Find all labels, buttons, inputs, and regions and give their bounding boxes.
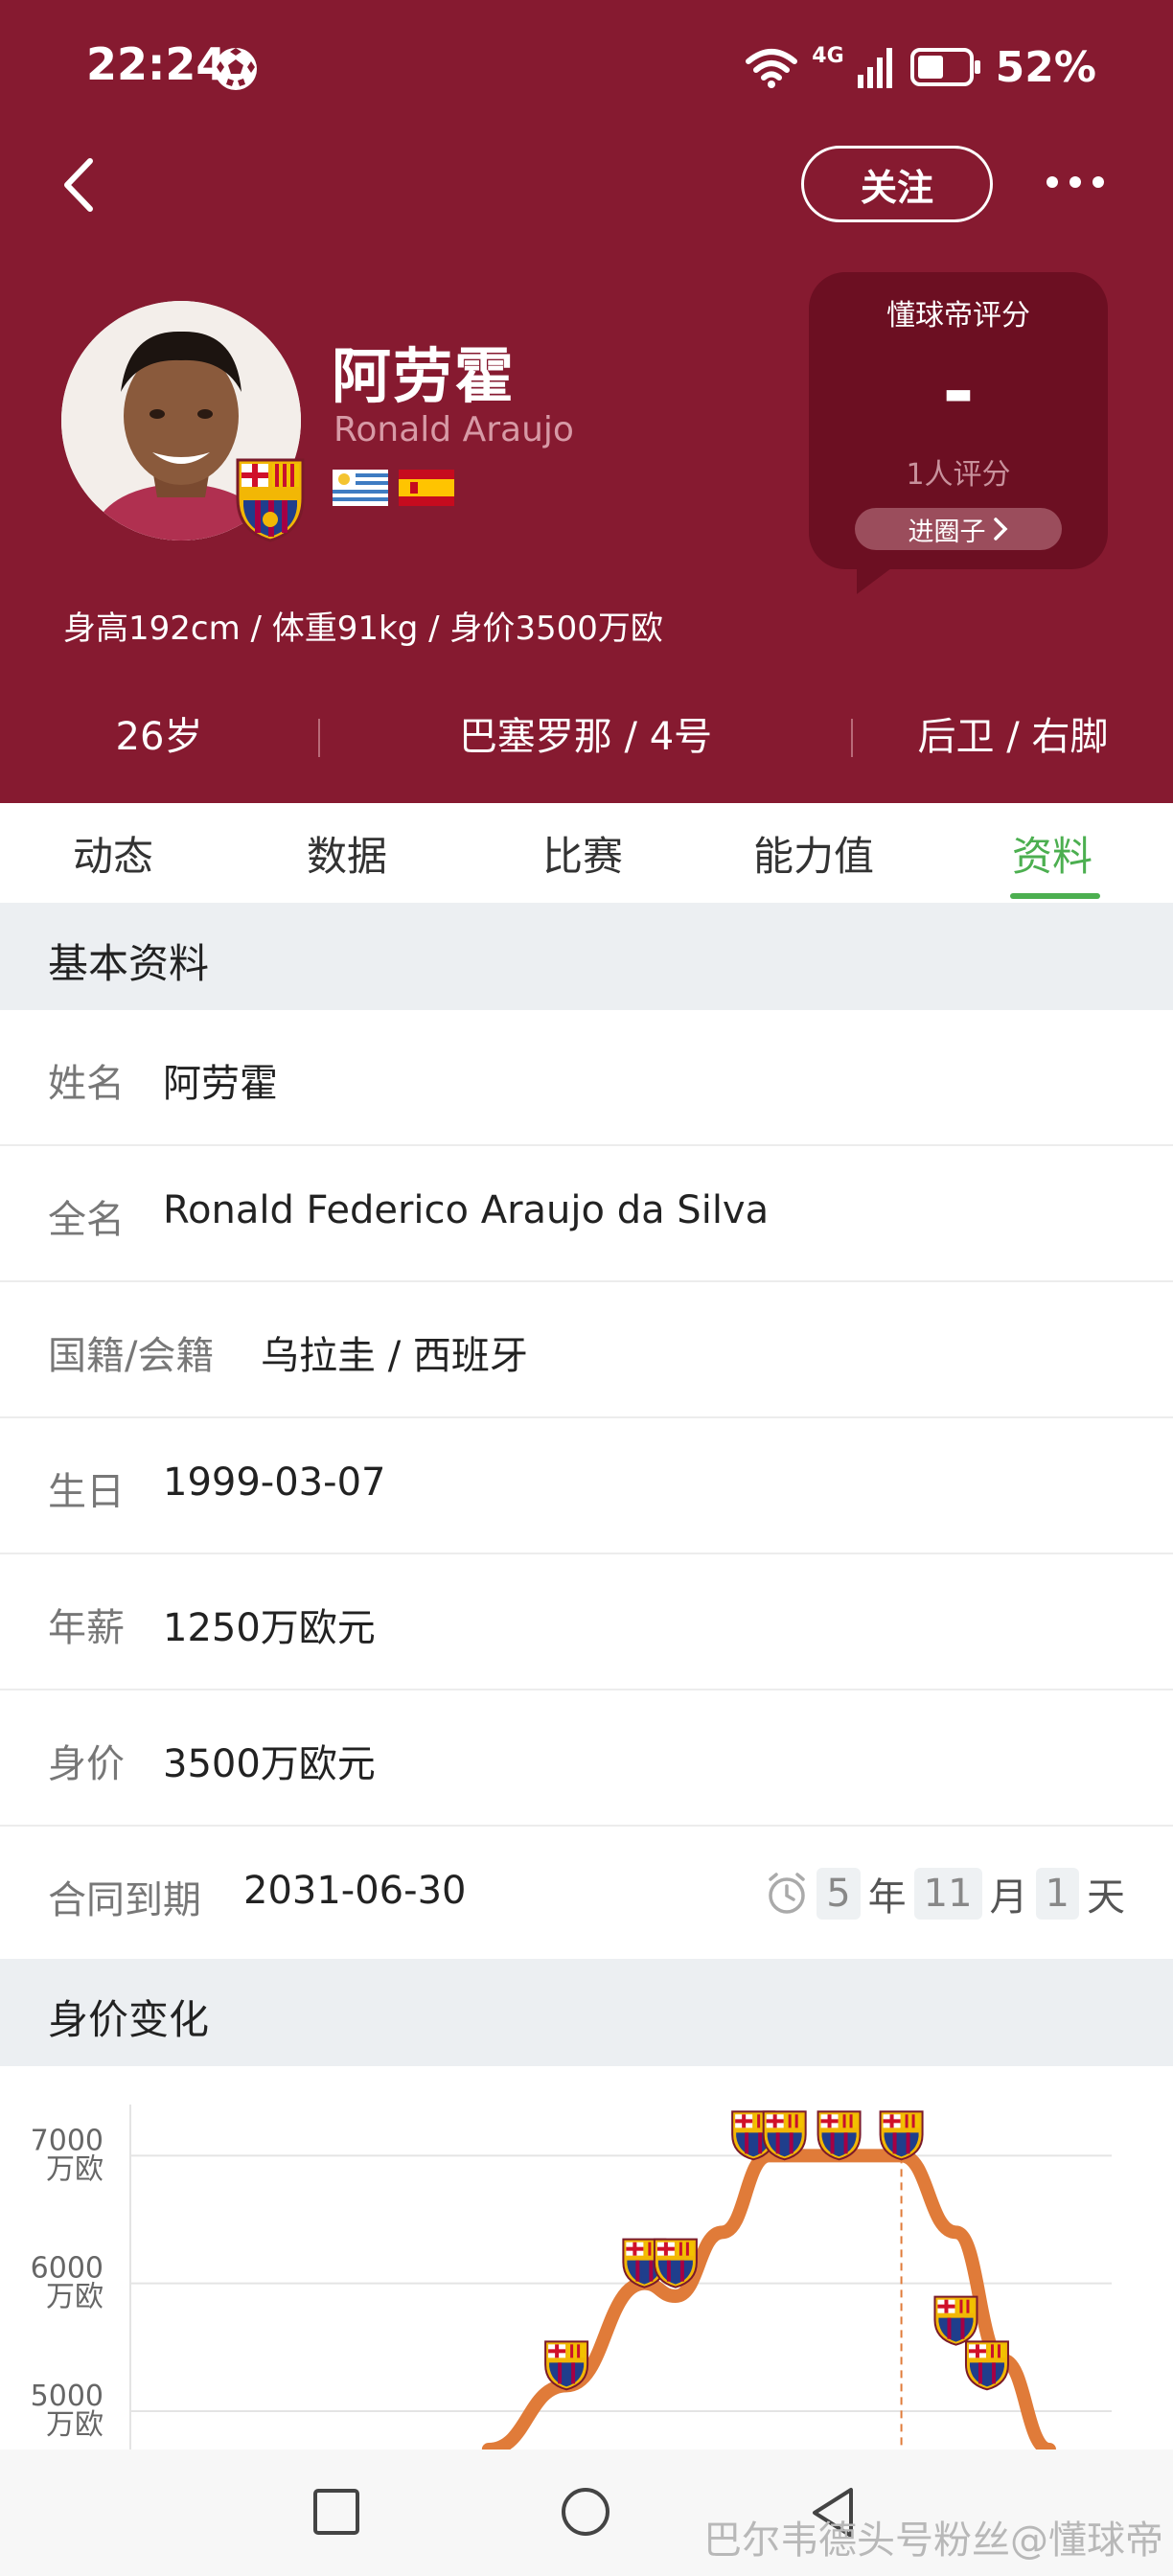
- club-badge-marker: [964, 2340, 1009, 2391]
- tab-stats[interactable]: 数据: [307, 824, 387, 883]
- club-badge-marker: [544, 2340, 589, 2391]
- tab-matches[interactable]: 比赛: [542, 824, 623, 883]
- wifi-icon: [745, 46, 798, 88]
- club-badge-marker: [879, 2110, 924, 2161]
- value-change-title: 身价变化: [48, 1996, 210, 2043]
- player-name-english: Ronald Araujo: [334, 410, 574, 449]
- more-options-icon[interactable]: [1045, 163, 1106, 201]
- info-label: 姓名: [48, 1062, 125, 1106]
- countdown-year-unit: 年: [867, 1875, 907, 1920]
- countdown-month-unit: 月: [989, 1875, 1028, 1920]
- contract-countdown: 5 年 11 月 1 天: [765, 1863, 1125, 1924]
- countdown-months: 11: [913, 1868, 982, 1920]
- tab-news[interactable]: 动态: [73, 824, 153, 883]
- spain-flag-icon: [399, 470, 454, 506]
- info-value: 乌拉圭 / 西班牙: [261, 1334, 528, 1378]
- info-value: Ronald Federico Araujo da Silva: [163, 1188, 770, 1232]
- player-name-chinese: 阿劳霍: [332, 341, 517, 411]
- tab-profile[interactable]: 资料: [1012, 824, 1092, 883]
- market-value-chart-svg: 7000万欧6000万欧5000万欧: [31, 2104, 1112, 2450]
- basic-info-title: 基本资料: [48, 940, 210, 987]
- value-change-header: 身价变化: [0, 1959, 1173, 2066]
- info-row-full-name: 全名 Ronald Federico Araujo da Silva: [0, 1146, 1173, 1282]
- back-arrow-icon[interactable]: [56, 153, 104, 217]
- battery-icon: [909, 47, 982, 87]
- club-number-label[interactable]: 巴塞罗那 / 4号: [320, 705, 851, 761]
- countdown-years: 5: [816, 1868, 861, 1920]
- countdown-days: 1: [1035, 1868, 1079, 1920]
- info-value: 2031-06-30: [243, 1869, 467, 1913]
- tab-bar: 动态 数据 比赛 能力值 资料: [0, 803, 1173, 903]
- info-row-market-value: 身价 3500万欧元: [0, 1690, 1173, 1827]
- club-badge-marker: [653, 2238, 698, 2288]
- tab-ability[interactable]: 能力值: [753, 824, 874, 883]
- battery-percentage: 52%: [995, 42, 1096, 92]
- info-label: 合同到期: [48, 1878, 201, 1922]
- info-row-name: 姓名 阿劳霍: [0, 1010, 1173, 1146]
- status-time: 22:24: [86, 38, 227, 90]
- watermark-text: 巴尔韦德头号粉丝@懂球帝: [703, 2518, 1163, 2563]
- market-value-chart: 7000 万欧 6000 万欧 5000 万欧: [0, 2066, 1173, 2450]
- follow-button[interactable]: 关注: [801, 146, 993, 222]
- club-badge-marker: [933, 2295, 978, 2346]
- countdown-day-unit: 天: [1087, 1875, 1125, 1920]
- y-tick-unit: 万欧: [46, 2152, 104, 2186]
- basic-info-header: 基本资料: [0, 903, 1173, 1010]
- alarm-clock-icon: [769, 1873, 805, 1914]
- enter-circle-button[interactable]: 进圈子: [855, 508, 1062, 550]
- y-tick-unit: 万欧: [46, 2408, 104, 2442]
- info-value: 3500万欧元: [163, 1742, 376, 1786]
- barcelona-club-badge-icon: [236, 458, 305, 542]
- body-stats: 身高192cm / 体重91kg / 身价3500万欧: [63, 610, 663, 648]
- info-label: 全名: [48, 1198, 125, 1242]
- uruguay-flag-icon: [333, 470, 388, 506]
- info-row-birthday: 生日 1999-03-07: [0, 1418, 1173, 1554]
- position-foot-label: 后卫 / 右脚: [917, 715, 1109, 759]
- signal-strength-icon: [857, 46, 896, 88]
- info-label: 身价: [48, 1742, 125, 1786]
- rating-card[interactable]: 懂球帝评分 - 1人评分 进圈子: [809, 272, 1108, 594]
- system-nav-bar: 巴尔韦德头号粉丝@懂球帝: [0, 2450, 1173, 2576]
- info-label: 国籍/会籍: [48, 1334, 215, 1378]
- info-value: 阿劳霍: [163, 1062, 278, 1106]
- player-header: 22:24 4G 52% 关注 阿劳霍 Ronald Araujo 懂球帝评分 …: [0, 0, 1173, 803]
- rating-title: 懂球帝评分: [886, 299, 1030, 333]
- network-type-label: 4G: [812, 43, 844, 68]
- info-label: 年薪: [48, 1606, 125, 1650]
- home-icon[interactable]: [560, 2486, 611, 2538]
- rating-count: 1人评分: [906, 458, 1011, 492]
- info-value: 1999-03-07: [163, 1460, 386, 1505]
- rating-score: -: [942, 347, 975, 436]
- chevron-right-icon: [993, 518, 1007, 540]
- recent-apps-icon[interactable]: [312, 2488, 360, 2536]
- active-tab-indicator: [1010, 893, 1100, 899]
- enter-circle-label: 进圈子: [908, 517, 986, 547]
- info-row-nationality: 国籍/会籍 乌拉圭 / 西班牙: [0, 1282, 1173, 1418]
- status-bar: 22:24 4G 52%: [0, 0, 1173, 134]
- y-tick-unit: 万欧: [46, 2281, 104, 2314]
- info-row-contract: 合同到期 2031-06-30 5 年 11 月 1 天: [0, 1827, 1173, 1963]
- soccer-ball-icon: [215, 48, 257, 90]
- info-label: 生日: [48, 1470, 125, 1514]
- club-badge-marker: [816, 2110, 862, 2161]
- rating-card-tail: [857, 565, 895, 594]
- player-summary-row: 26岁 巴塞罗那 / 4号 后卫 / 右脚: [0, 696, 1173, 778]
- info-value: 1250万欧元: [163, 1606, 376, 1650]
- status-indicators: 4G 52%: [745, 38, 1096, 96]
- info-row-salary: 年薪 1250万欧元: [0, 1554, 1173, 1690]
- club-badge-marker: [762, 2110, 807, 2161]
- age-label: 26岁: [115, 715, 203, 759]
